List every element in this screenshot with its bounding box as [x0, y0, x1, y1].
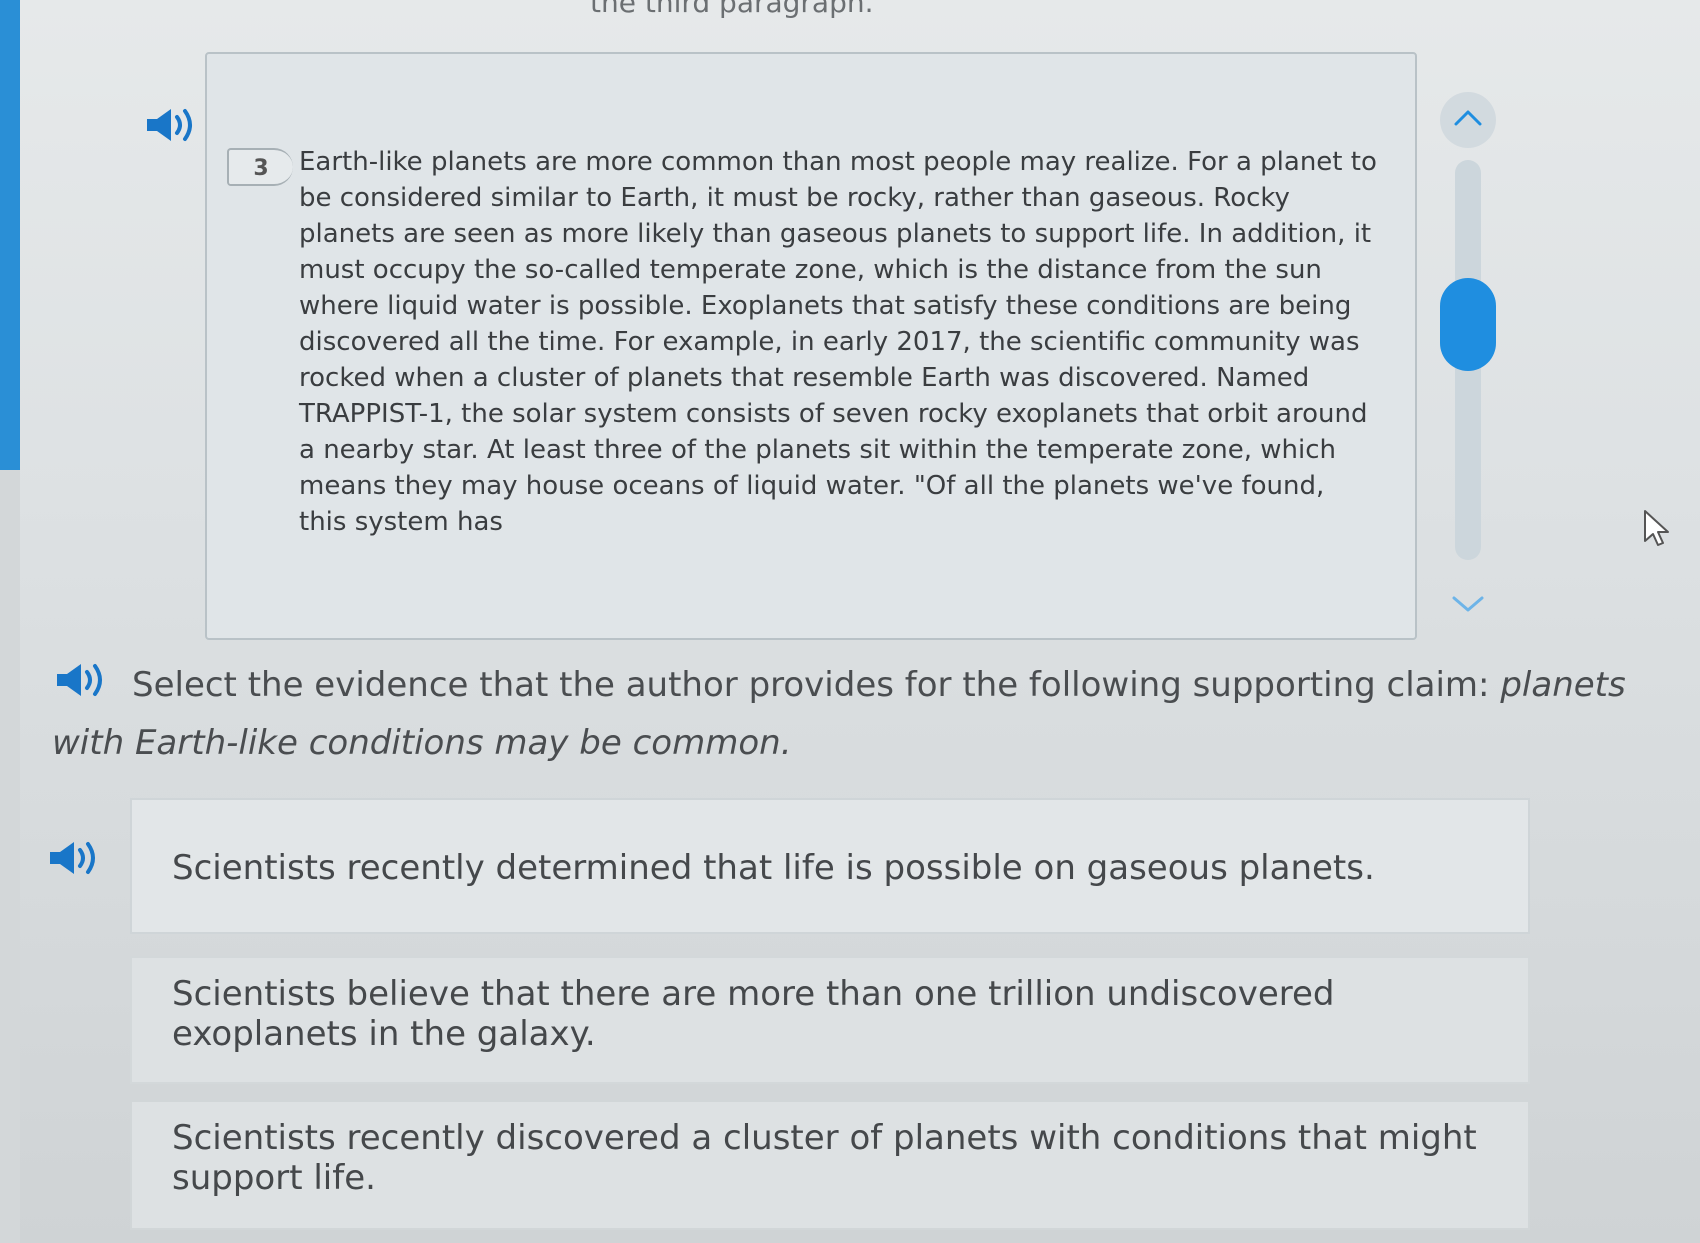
- chevron-up-icon: [1454, 110, 1482, 126]
- paragraph-number: 3: [227, 148, 293, 186]
- instruction-fragment: the third paragraph.: [590, 0, 874, 19]
- scroll-up-button[interactable]: [1440, 92, 1496, 148]
- answer-option-2[interactable]: Scientists believe that there are more t…: [130, 956, 1530, 1084]
- answer-option-text: Scientists recently discovered a cluster…: [172, 1118, 1477, 1198]
- chevron-down-icon: [1452, 596, 1484, 612]
- question-prompt: Select the evidence that the author prov…: [132, 665, 1490, 705]
- passage-text: Earth-like planets are more common than …: [299, 147, 1377, 537]
- speaker-icon: [57, 664, 102, 696]
- scroll-down-button[interactable]: [1440, 578, 1496, 628]
- question-audio-button[interactable]: [55, 660, 115, 700]
- mouse-pointer-icon: [1642, 508, 1672, 548]
- passage-audio-button[interactable]: [145, 105, 205, 145]
- passage-panel: 3 Earth-like planets are more common tha…: [205, 52, 1417, 640]
- answer-option-text: Scientists believe that there are more t…: [172, 974, 1335, 1054]
- left-accent-strip: [0, 0, 20, 470]
- scrollbar-thumb[interactable]: [1440, 278, 1496, 371]
- answer-option-3[interactable]: Scientists recently discovered a cluster…: [130, 1100, 1530, 1230]
- question-text: Select the evidence that the author prov…: [52, 656, 1652, 772]
- speaker-icon: [147, 109, 192, 141]
- option-audio-button[interactable]: [48, 838, 108, 878]
- speaker-icon: [50, 842, 95, 874]
- answer-option-1[interactable]: Scientists recently determined that life…: [130, 798, 1530, 934]
- answer-option-text: Scientists recently determined that life…: [172, 848, 1375, 888]
